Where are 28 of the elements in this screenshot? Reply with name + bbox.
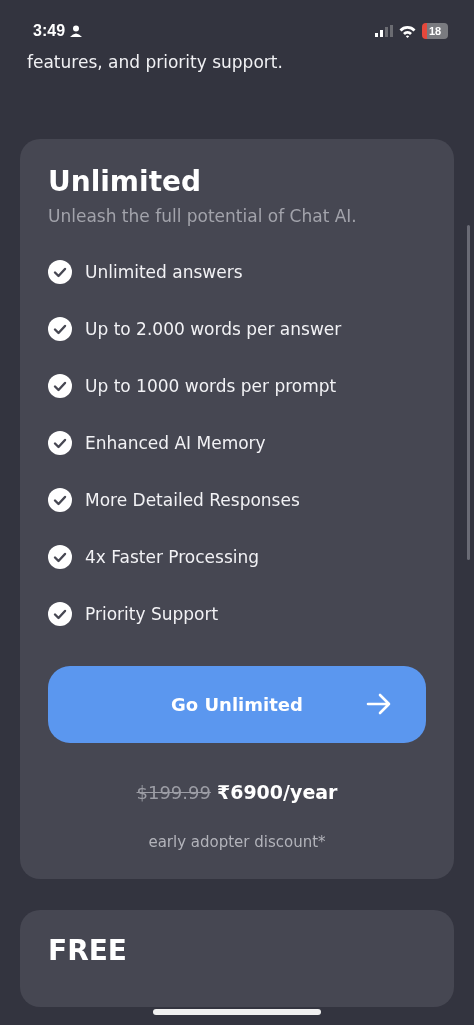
- check-icon: [48, 488, 72, 512]
- wifi-icon: [399, 24, 416, 38]
- old-price: $199.99: [136, 782, 211, 803]
- battery-indicator: 18: [422, 23, 448, 39]
- discount-note: early adopter discount*: [147, 833, 327, 851]
- check-icon: [48, 545, 72, 569]
- go-unlimited-button[interactable]: Go Unlimited: [48, 666, 426, 743]
- price: ₹6900/year: [216, 781, 338, 803]
- check-icon: [48, 260, 72, 284]
- person-icon: [70, 25, 83, 37]
- status-time: 3:49: [33, 22, 66, 40]
- plan-title: Unlimited: [48, 165, 203, 198]
- check-icon: [48, 374, 72, 398]
- arrow-icon: [366, 692, 392, 716]
- signal-icon: [375, 25, 393, 37]
- feature-text: Enhanced AI Memory: [85, 433, 266, 453]
- plan-subtitle: Unleash the full potential of Chat AI.: [48, 206, 358, 226]
- feature-text: Up to 1000 words per prompt: [85, 376, 337, 396]
- feature-text: Priority Support: [85, 604, 219, 624]
- feature-text: More Detailed Responses: [85, 490, 300, 510]
- plan-title: FREE: [48, 934, 128, 967]
- check-icon: [48, 602, 72, 626]
- feature-text: 4x Faster Processing: [85, 547, 260, 567]
- intro-text: features, and priority support.: [27, 52, 284, 72]
- feature-text: Up to 2.000 words per answer: [85, 319, 342, 339]
- feature-text: Unlimited answers: [85, 262, 243, 282]
- check-icon: [48, 431, 72, 455]
- check-icon: [48, 317, 72, 341]
